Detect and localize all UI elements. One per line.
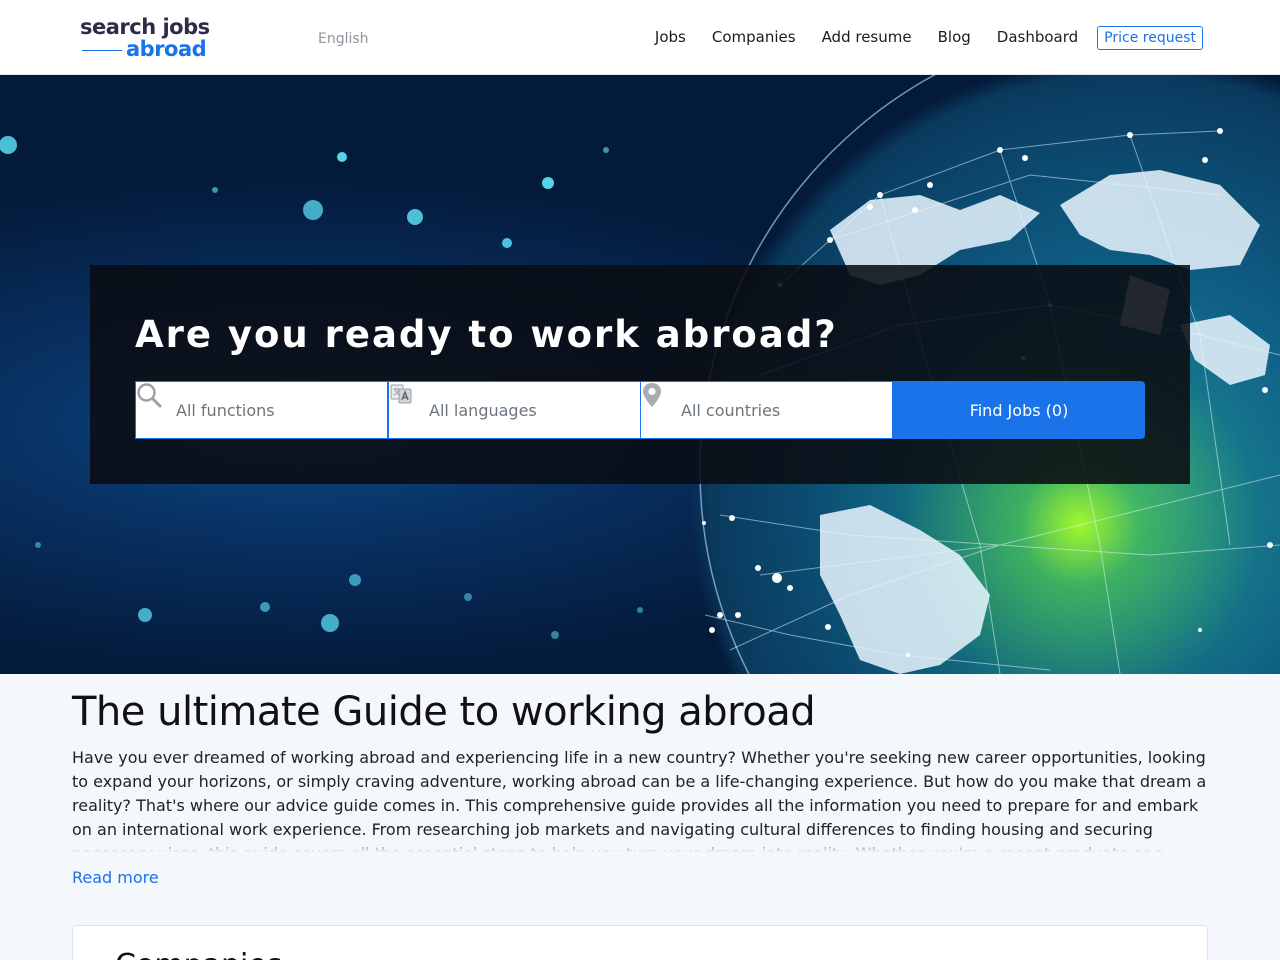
price-request-button[interactable]: Price request [1097, 25, 1203, 50]
guide-title: The ultimate Guide to working abroad [72, 689, 816, 735]
main-nav: Jobs Companies Add resume Blog Dashboard… [629, 25, 1203, 50]
nav-blog[interactable]: Blog [938, 25, 971, 50]
site-logo[interactable]: search jobs abroad [80, 14, 220, 62]
job-search-panel: Are you ready to work abroad? All functi… [90, 265, 1190, 484]
nav-add-resume[interactable]: Add resume [822, 25, 912, 50]
hero-banner: Are you ready to work abroad? All functi… [0, 75, 1280, 674]
nav-dashboard[interactable]: Dashboard [997, 25, 1078, 50]
nav-jobs[interactable]: Jobs [655, 25, 686, 50]
languages-placeholder: All languages [429, 400, 537, 420]
guide-body: Have you ever dreamed of working abroad … [72, 746, 1208, 852]
companies-card-title: Companies [115, 948, 282, 960]
countries-placeholder: All countries [681, 400, 781, 420]
language-selector[interactable]: English [318, 29, 369, 49]
companies-card: Companies [72, 925, 1208, 960]
functions-placeholder: All functions [176, 400, 275, 420]
read-more-link[interactable]: Read more [72, 866, 159, 890]
site-header: search jobs abroad English Jobs Companie… [0, 0, 1280, 75]
find-jobs-button[interactable]: Find Jobs (0) [893, 381, 1145, 439]
location-pin-icon [641, 382, 681, 438]
languages-select[interactable]: All languages [388, 381, 641, 439]
nav-companies[interactable]: Companies [712, 25, 796, 50]
logo-rule [82, 50, 122, 51]
functions-select[interactable]: All functions [135, 381, 388, 439]
logo-text-bottom: abroad [126, 37, 207, 61]
hero-title: Are you ready to work abroad? [135, 313, 838, 356]
translate-icon [389, 382, 429, 438]
search-icon [136, 382, 176, 438]
countries-select[interactable]: All countries [640, 381, 893, 439]
